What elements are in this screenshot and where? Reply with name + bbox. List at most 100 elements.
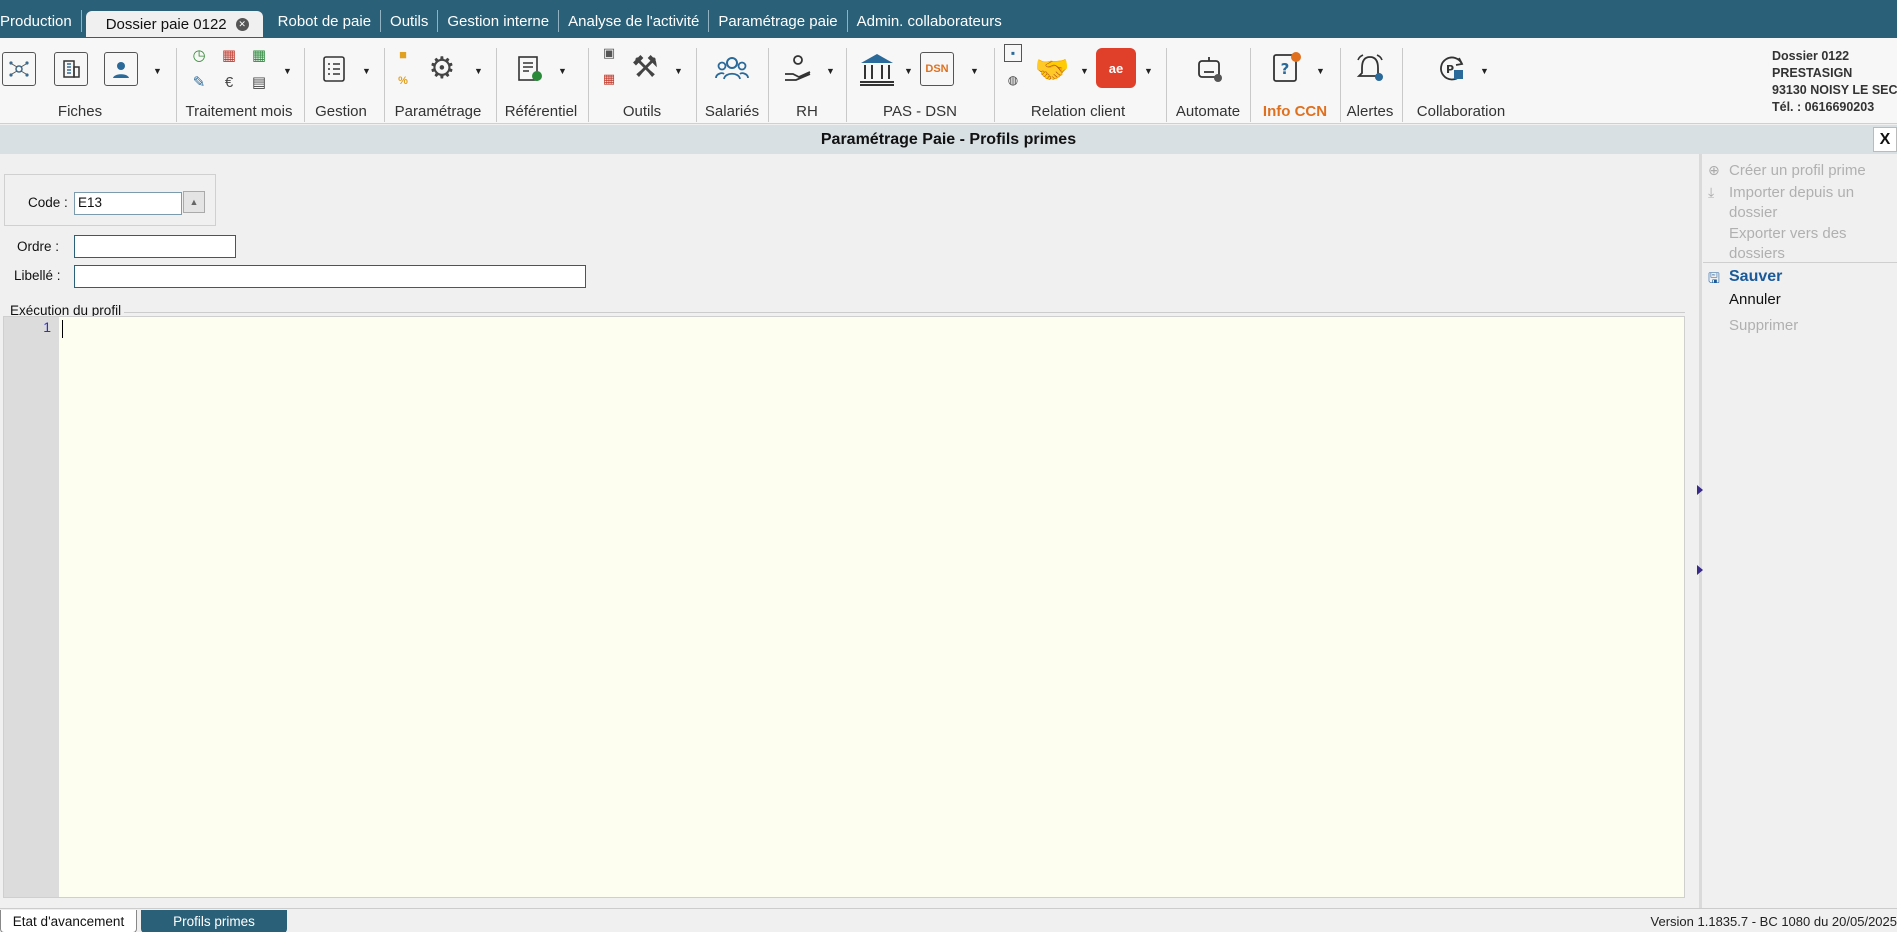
- tab-parametrage-paie[interactable]: Paramétrage paie: [709, 10, 848, 32]
- create-profile-action[interactable]: Créer un profil prime: [1729, 161, 1866, 181]
- percent-icon[interactable]: %: [394, 72, 412, 90]
- dossier-info: Dossier 0122 PRESTASIGN 93130 NOISY LE S…: [1772, 48, 1897, 116]
- dropdown-arrow-icon[interactable]: ▼: [474, 66, 483, 76]
- dossier-number: Dossier 0122: [1772, 49, 1850, 63]
- ribbon-group-info-ccn: ? ▼ Info CCN: [1254, 38, 1336, 124]
- close-button[interactable]: X: [1873, 127, 1897, 152]
- bank-icon[interactable]: [856, 50, 898, 88]
- tab-label: Robot de paie: [277, 12, 372, 30]
- folder-view-icon[interactable]: ■: [394, 45, 412, 63]
- dossier-phone: Tél. : 0616690203: [1772, 100, 1875, 114]
- calculator-icon[interactable]: ▣: [600, 44, 618, 62]
- ribbon-separator: [768, 48, 769, 122]
- employees-group-icon[interactable]: [714, 50, 750, 86]
- tab-etat-avancement[interactable]: Etat d'avancement: [0, 910, 137, 932]
- ribbon-group-label: Automate: [1175, 103, 1241, 120]
- settings-gear-icon[interactable]: ⚙: [424, 50, 460, 86]
- actions-side-panel: ⊕ Créer un profil prime ⤓ Importer depui…: [1703, 154, 1897, 908]
- ribbon-group-traitement-mois: ◷ ▦ ▦ ✎ € ▤ ▼ Traitement mois: [180, 38, 298, 124]
- code-input[interactable]: E13: [74, 192, 182, 215]
- ribbon-separator: [994, 48, 995, 122]
- tab-analyse-activite[interactable]: Analyse de l'activité: [559, 10, 710, 32]
- dropdown-arrow-icon[interactable]: ▼: [362, 66, 371, 76]
- my-ae-icon[interactable]: ae: [1096, 48, 1136, 88]
- checklist-icon[interactable]: [318, 52, 350, 86]
- dossier-company: PRESTASIGN: [1772, 66, 1853, 80]
- dropdown-arrow-icon[interactable]: ▼: [970, 66, 979, 76]
- tab-profils-primes[interactable]: Profils primes: [141, 910, 287, 932]
- import-action[interactable]: Importer depuis un dossier: [1729, 183, 1854, 223]
- dropdown-arrow-icon[interactable]: ▼: [904, 66, 913, 76]
- dropdown-arrow-icon[interactable]: ▼: [153, 66, 162, 76]
- tab-dossier-paie[interactable]: Dossier paie 0122 ✕: [85, 11, 263, 37]
- calendar-check-icon[interactable]: ▦: [248, 44, 270, 66]
- building-icon[interactable]: [54, 52, 88, 86]
- ribbon-group-outils: ▣ ▦ ⚒ ▼ Outils: [592, 38, 692, 124]
- cancel-action[interactable]: Annuler: [1729, 290, 1781, 310]
- delete-action[interactable]: Supprimer: [1729, 316, 1798, 336]
- ribbon-separator: [588, 48, 589, 122]
- collaboration-icon[interactable]: P: [1434, 50, 1470, 86]
- dsn-icon[interactable]: DSN: [920, 52, 954, 86]
- tab-label: Gestion interne: [447, 12, 550, 30]
- dropdown-arrow-icon[interactable]: ▼: [283, 66, 292, 76]
- dropdown-arrow-icon[interactable]: ▼: [1080, 66, 1089, 76]
- ribbon-group-label: Outils: [622, 103, 662, 120]
- side-divider: [1703, 262, 1897, 263]
- info-book-icon[interactable]: ?: [1268, 50, 1304, 86]
- dropdown-arrow-icon[interactable]: ▼: [558, 66, 567, 76]
- employee-card-icon[interactable]: [104, 52, 138, 86]
- ribbon-group-rh: ▼ RH: [772, 38, 842, 124]
- calendar-icon[interactable]: ▦: [218, 44, 240, 66]
- ribbon-separator: [384, 48, 385, 122]
- ordre-input[interactable]: [74, 235, 236, 258]
- ribbon-separator: [496, 48, 497, 122]
- tab-admin-collaborateurs[interactable]: Admin. collaborateurs: [848, 10, 1011, 32]
- dropdown-arrow-icon[interactable]: ▼: [674, 66, 683, 76]
- org-chart-icon[interactable]: [2, 52, 36, 86]
- dropdown-arrow-icon[interactable]: ▼: [1144, 66, 1153, 76]
- close-tab-icon[interactable]: ✕: [235, 17, 249, 31]
- ribbon-group-gestion: ▼ Gestion: [306, 38, 376, 124]
- line-number: 1: [43, 319, 51, 335]
- ribbon-separator: [176, 48, 177, 122]
- code-editor[interactable]: 1: [3, 316, 1685, 898]
- app-window: Production Dossier paie 0122 ✕ Robot de p…: [0, 0, 1897, 932]
- save-action[interactable]: Sauver: [1729, 267, 1782, 287]
- payslip-view-icon[interactable]: ▤: [248, 71, 270, 93]
- section-divider: [124, 312, 1685, 313]
- alert-bell-icon[interactable]: [1352, 50, 1388, 86]
- euro-icon[interactable]: €: [218, 71, 240, 93]
- ribbon-toolbar: ▼ Fiches ◷ ▦ ▦ ✎ € ▤ ▼ Traitement mois ▼…: [0, 38, 1897, 124]
- clock-icon[interactable]: ◷: [188, 44, 210, 66]
- dropdown-arrow-icon[interactable]: ▼: [826, 66, 835, 76]
- document-search-icon[interactable]: [514, 52, 546, 86]
- tools-icon[interactable]: ⚒: [626, 48, 664, 86]
- calendar-icon[interactable]: ▦: [600, 70, 618, 88]
- ribbon-group-collaboration: P ▼ Collaboration: [1406, 38, 1516, 124]
- portal-icon[interactable]: ◍: [1004, 71, 1022, 89]
- handshake-icon[interactable]: 🤝: [1032, 50, 1072, 88]
- tab-production[interactable]: Production: [0, 10, 82, 32]
- person-edit-icon[interactable]: ✎: [188, 71, 210, 93]
- ribbon-separator: [1250, 48, 1251, 122]
- ribbon-group-automate: Automate: [1170, 38, 1246, 124]
- export-action[interactable]: Exporter vers des dossiers: [1729, 224, 1847, 264]
- hand-person-icon[interactable]: [780, 50, 816, 86]
- bottom-tab-bar: Etat d'avancement Profils primes Version…: [0, 908, 1897, 932]
- dropdown-arrow-icon[interactable]: ▼: [1480, 66, 1489, 76]
- dropdown-arrow-icon[interactable]: ▼: [1316, 66, 1325, 76]
- tab-label: Paramétrage paie: [718, 12, 838, 30]
- ribbon-group-alertes: Alertes: [1344, 38, 1396, 124]
- tab-robot-de-paie[interactable]: Robot de paie: [269, 10, 382, 32]
- tab-gestion-interne[interactable]: Gestion interne: [438, 10, 560, 32]
- ribbon-group-label: Gestion: [315, 103, 367, 120]
- module-tab-bar: Production Dossier paie 0122 ✕ Robot de p…: [0, 0, 1897, 38]
- panel-splitter[interactable]: [1699, 154, 1702, 908]
- code-lookup-button[interactable]: ▲: [183, 191, 205, 213]
- contact-card-icon[interactable]: ▪: [1004, 44, 1022, 62]
- robot-icon[interactable]: [1192, 52, 1226, 86]
- svg-text:P: P: [1446, 63, 1454, 76]
- tab-outils[interactable]: Outils: [381, 10, 439, 32]
- libelle-input[interactable]: [74, 265, 586, 288]
